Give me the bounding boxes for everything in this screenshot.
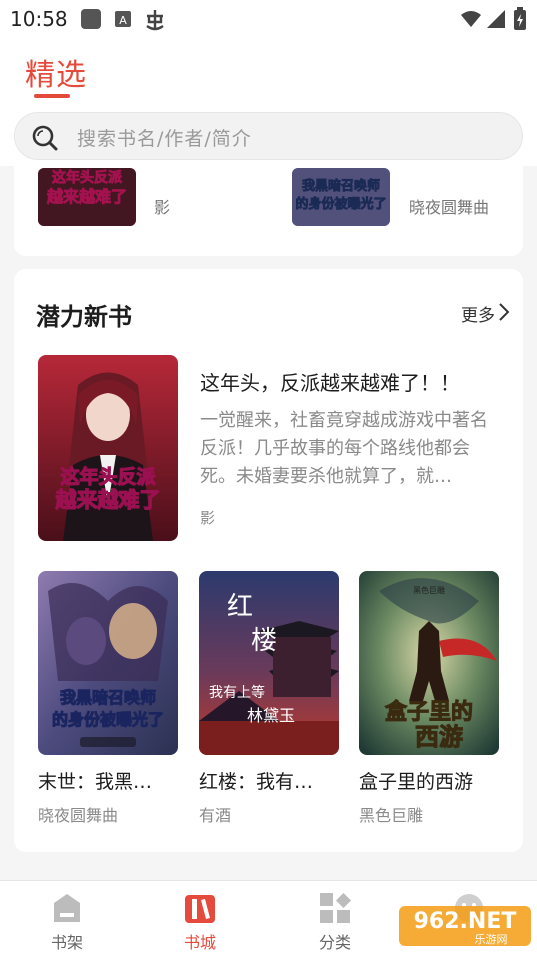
search-area: 搜索书名/作者/简介	[0, 108, 537, 166]
nav-label-bookshelf: 书架	[50, 933, 83, 952]
cover-art-villain: 这年头反派 越来越难了	[38, 355, 178, 541]
mini-author-1: 影	[154, 198, 171, 217]
book-card-2[interactable]: 红 楼 我有上等 林黛玉 红楼：我有… 有酒	[199, 571, 339, 826]
svg-text:这年头反派: 这年头反派	[60, 465, 156, 488]
nav-bookshelf[interactable]: 书架	[27, 891, 107, 953]
status-bar: 10:58 A	[0, 0, 537, 38]
svg-text:962.NET: 962.NET	[414, 909, 517, 934]
book-title-2[interactable]: 红楼：我有…	[199, 767, 339, 794]
watermark-logo: 962.NET 乐游网	[399, 906, 531, 946]
search-icon	[32, 125, 58, 151]
mini-author-2: 晓夜圆舞曲	[409, 198, 490, 217]
book-author-2: 有酒	[199, 806, 232, 825]
cover-art-villain-mini: 这年头反派 越来越难了	[38, 168, 136, 226]
svg-text:越来越难了: 越来越难了	[55, 487, 161, 512]
cover-art-xiyou: 黑色巨雕 盒子里的 西游	[359, 571, 499, 755]
book-cover-2[interactable]: 红 楼 我有上等 林黛玉	[199, 571, 339, 755]
svg-text:的身份被曝光了: 的身份被曝光了	[295, 196, 386, 212]
book-title-3[interactable]: 盒子里的西游	[359, 767, 499, 794]
nav-label-category: 分类	[318, 933, 351, 952]
tab-active-indicator	[34, 94, 70, 98]
svg-text:这年头反派: 这年头反派	[52, 169, 123, 186]
svg-text:越来越难了: 越来越难了	[46, 187, 127, 206]
book-author-1: 晓夜圆舞曲	[38, 806, 119, 825]
svg-text:林黛玉: 林黛玉	[247, 706, 295, 725]
svg-text:我有上等: 我有上等	[209, 684, 265, 701]
svg-text:我黑暗召唤师: 我黑暗召唤师	[302, 178, 380, 194]
nav-bookstore[interactable]: 书城	[160, 891, 240, 953]
category-icon	[320, 893, 351, 923]
featured-book-author: 影	[200, 509, 216, 527]
svg-text:红: 红	[227, 592, 253, 622]
bug-icon	[146, 10, 164, 31]
book-author-3: 黑色巨雕	[359, 806, 424, 825]
nav-category[interactable]: 分类	[295, 891, 375, 953]
chevron-right-icon[interactable]	[497, 302, 511, 322]
svg-text:的身份被曝光了: 的身份被曝光了	[52, 710, 164, 729]
bookstore-icon	[185, 895, 215, 923]
book-cover-1[interactable]: 我黑暗召唤师 的身份被曝光了	[38, 571, 178, 755]
book-card-1[interactable]: 我黑暗召唤师 的身份被曝光了 末世：我黑… 晓夜圆舞曲	[38, 571, 178, 826]
bookshelf-icon	[54, 894, 80, 922]
status-time: 10:58	[10, 7, 68, 31]
svg-text:乐游网: 乐游网	[475, 933, 508, 946]
signal-icon	[487, 10, 505, 28]
book-cover-mini-1[interactable]: 这年头反派 越来越难了	[38, 168, 136, 226]
cover-art-summoner-mini: 我黑暗召唤师 的身份被曝光了	[292, 168, 390, 226]
previous-section-card: 这年头反派 越来越难了 影 我黑暗召唤师 的身份被曝光了 晓夜圆舞曲	[14, 166, 523, 256]
book-cover-mini-2[interactable]: 我黑暗召唤师 的身份被曝光了	[292, 168, 390, 226]
svg-text:A: A	[119, 14, 127, 27]
svg-text:我黑暗召唤师: 我黑暗召唤师	[60, 688, 156, 707]
featured-book-title[interactable]: 这年头，反派越来越难了！！	[200, 367, 460, 396]
book-card-3[interactable]: 黑色巨雕 盒子里的 西游 盒子里的西游 黑色巨雕	[359, 571, 499, 826]
tab-featured[interactable]: 精选	[25, 50, 87, 94]
svg-text:楼: 楼	[251, 626, 277, 656]
svg-text:黑色巨雕: 黑色巨雕	[413, 585, 445, 595]
potential-new-books-section: 潜力新书 更多 这年头反派 越来越难了 这年头，反派越来越难了！！ 一觉醒来，社…	[14, 269, 523, 852]
site-watermark: 962.NET 乐游网	[399, 900, 531, 950]
svg-text:西游: 西游	[415, 722, 463, 751]
keyboard-a-icon: A	[115, 11, 131, 27]
more-link[interactable]: 更多	[461, 301, 495, 326]
cover-art-summoner: 我黑暗召唤师 的身份被曝光了	[38, 571, 178, 755]
battery-icon	[514, 7, 526, 30]
book-cover-3[interactable]: 黑色巨雕 盒子里的 西游	[359, 571, 499, 755]
wifi-icon	[461, 11, 481, 27]
featured-book-description: 一觉醒来，社畜竟穿越成游戏中著名反派！几乎故事的每个路线他都会死。未婚妻要杀他就…	[200, 410, 488, 487]
app-notification-icon	[81, 9, 101, 29]
featured-book-cover[interactable]: 这年头反派 越来越难了	[38, 355, 178, 541]
section-title: 潜力新书	[36, 303, 132, 331]
cover-art-honglou: 红 楼 我有上等 林黛玉	[199, 571, 339, 755]
search-input[interactable]: 搜索书名/作者/简介	[77, 124, 252, 151]
search-bar[interactable]: 搜索书名/作者/简介	[14, 112, 523, 160]
top-header: 精选	[0, 38, 537, 108]
book-title-1[interactable]: 末世：我黑…	[38, 767, 178, 794]
nav-label-bookstore: 书城	[183, 933, 216, 952]
